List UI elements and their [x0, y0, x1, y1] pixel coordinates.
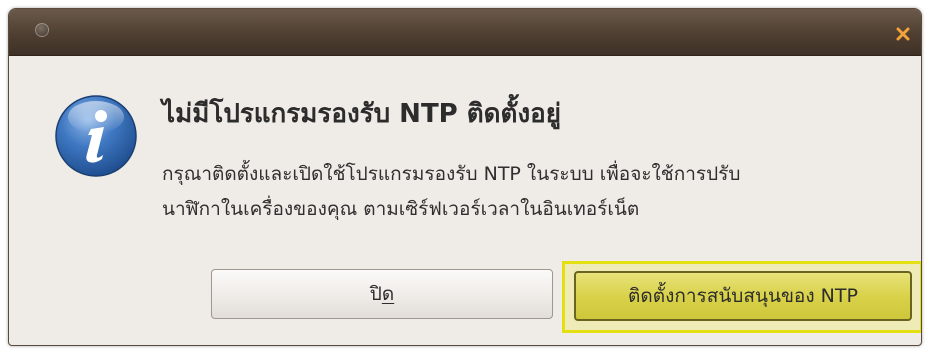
message-line-2: นาฬิกาในเครื่องของคุณ ตามเซิร์ฟเวอร์เวลา… — [162, 198, 640, 220]
close-label-prefix: ปิ — [369, 283, 382, 305]
close-label-mnemonic: ด — [381, 283, 395, 305]
close-icon — [896, 27, 910, 41]
close-window-button[interactable] — [891, 22, 915, 46]
dialog-window: ไม่มีโปรแกรมรองรับ NTP ติดตั้งอยู่ กรุณา… — [8, 8, 922, 346]
dialog-message: กรุณาติดตั้งและเปิดใช้โปรแกรมรองรับ NTP … — [162, 157, 918, 227]
install-button-label: ติดตั้งการสนับสนุนของ NTP — [628, 285, 858, 307]
info-icon — [55, 95, 137, 177]
title-bar[interactable] — [9, 9, 921, 56]
install-ntp-support-button[interactable]: ติดตั้งการสนับสนุนของ NTP — [574, 271, 912, 321]
close-button-label: ปิด — [370, 279, 394, 309]
window-menu-icon[interactable] — [35, 23, 49, 37]
close-button[interactable]: ปิด — [211, 269, 553, 319]
dialog-heading: ไม่มีโปรแกรมรองรับ NTP ติดตั้งอยู่ — [162, 99, 561, 129]
message-line-1: กรุณาติดตั้งและเปิดใช้โปรแกรมรองรับ NTP … — [162, 163, 741, 185]
